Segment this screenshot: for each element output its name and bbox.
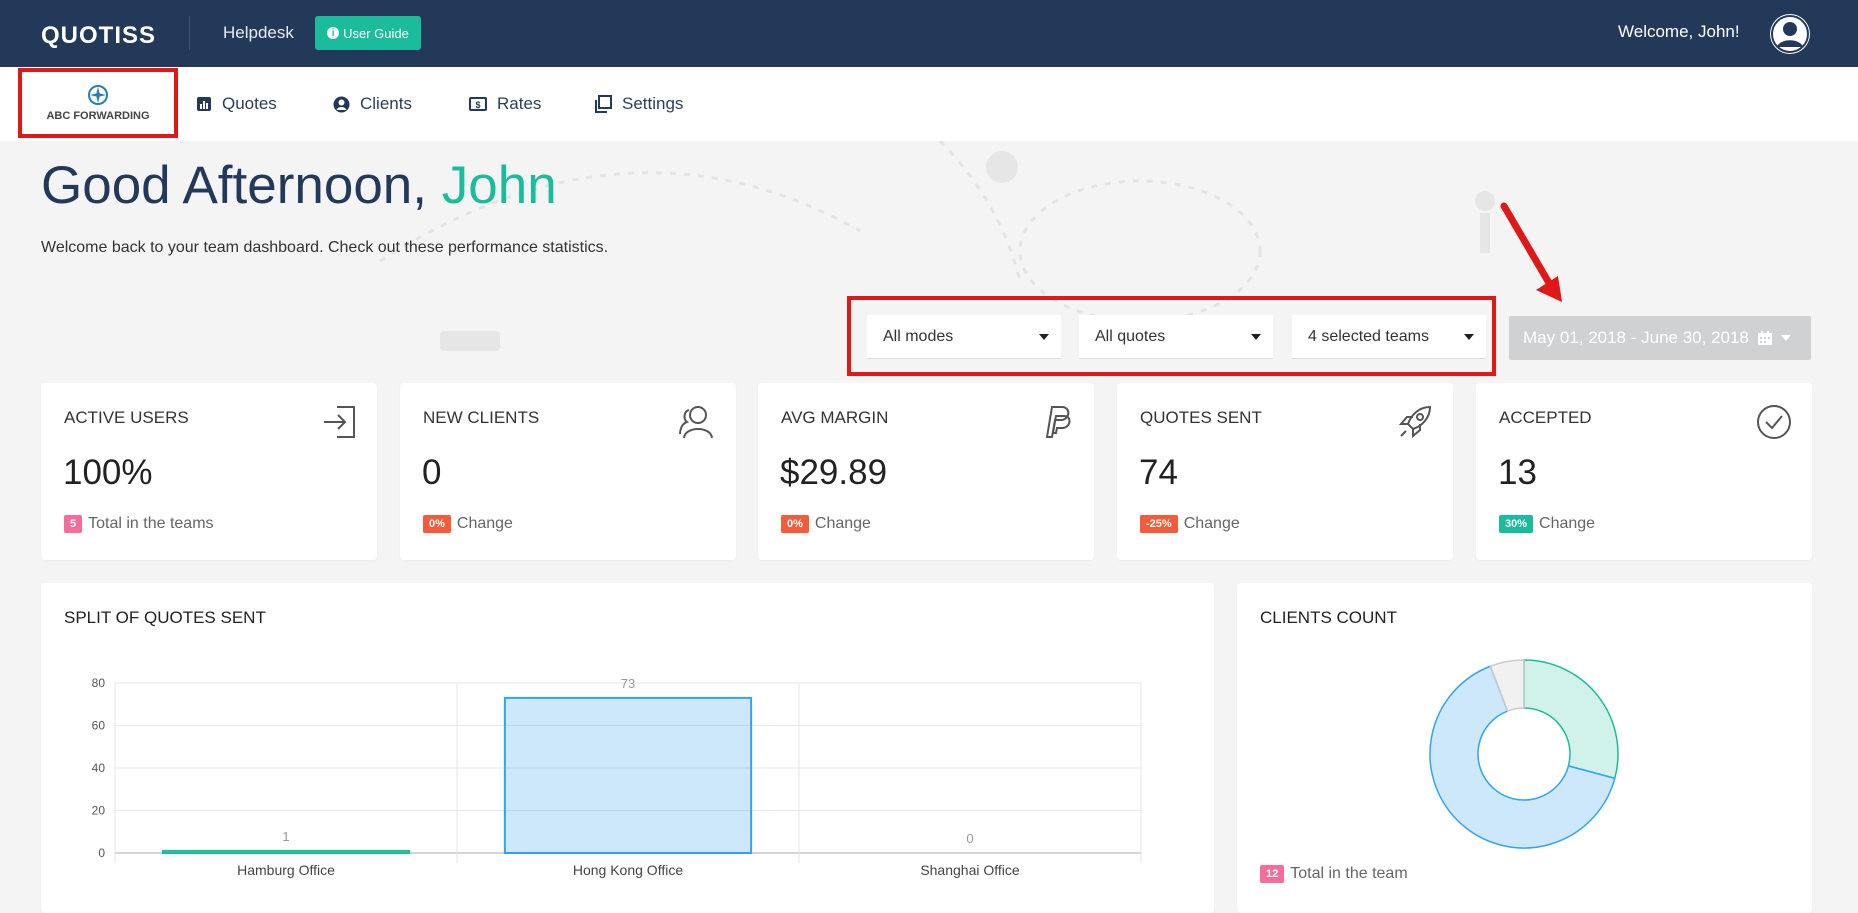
calendar-icon xyxy=(1757,331,1772,345)
mode-select[interactable]: All modes xyxy=(867,315,1061,359)
y-tick-label: 20 xyxy=(92,804,106,818)
y-tick-label: 40 xyxy=(92,761,106,775)
stat-foot-text: Total in the teams xyxy=(88,515,214,532)
caret-down-icon xyxy=(1039,334,1049,340)
stat-footer: 5 Total in the teams xyxy=(64,515,214,533)
sign-in-icon xyxy=(324,406,355,438)
user-guide-label: User Guide xyxy=(343,25,409,41)
stat-value: 0 xyxy=(422,453,442,492)
y-tick-label: 60 xyxy=(92,719,106,733)
stat-title: NEW CLIENTS xyxy=(423,408,540,427)
date-range-picker[interactable]: May 01, 2018 - June 30, 2018 xyxy=(1509,316,1811,360)
dashboard-subtitle: Welcome back to your team dashboard. Che… xyxy=(41,239,609,256)
stat-value: $29.89 xyxy=(780,453,888,492)
clients-donut-chart xyxy=(1429,659,1619,849)
stat-card-new-clients: NEW CLIENTS 0 0% Change xyxy=(400,383,736,560)
company-name: ABC FORWARDING xyxy=(46,110,150,122)
user-circle-icon xyxy=(333,96,350,112)
main-nav xyxy=(0,67,1858,141)
stat-title: AVG MARGIN xyxy=(781,408,889,427)
stat-foot-text: Change xyxy=(1539,515,1596,532)
svg-text:$: $ xyxy=(475,100,480,110)
info-icon: i xyxy=(327,27,340,39)
welcome-text: Welcome, John! xyxy=(1618,22,1740,41)
greeting-heading: Good Afternoon, John xyxy=(41,155,557,216)
stat-footer: 0% Change xyxy=(423,515,513,533)
helpdesk-link[interactable]: Helpdesk xyxy=(223,23,294,43)
stat-card-active-users: ACTIVE USERS 100% 5 Total in the teams xyxy=(41,383,377,560)
teams-select-value: 4 selected teams xyxy=(1308,327,1429,345)
stat-title: QUOTES SENT xyxy=(1140,408,1262,427)
users-icon xyxy=(679,406,713,439)
stat-badge: 0% xyxy=(781,515,809,533)
data-label: 0 xyxy=(966,831,973,846)
x-tick-label: Hong Kong Office xyxy=(573,862,683,878)
mode-select-value: All modes xyxy=(883,327,954,345)
donut-slice xyxy=(1523,659,1619,780)
stat-value: 13 xyxy=(1498,453,1537,492)
greeting-prefix: Good Afternoon, xyxy=(41,156,442,215)
stat-card-avg-margin: AVG MARGIN $29.89 0% Change xyxy=(758,383,1094,560)
stat-value: 100% xyxy=(63,453,153,492)
nav-item-rates[interactable]: $ Rates xyxy=(469,94,541,114)
clients-badge: 12 xyxy=(1260,865,1285,883)
nav-item-quotes[interactable]: Quotes xyxy=(196,94,277,114)
stat-foot-text: Change xyxy=(456,515,513,532)
caret-down-icon xyxy=(1251,334,1261,340)
copy-icon xyxy=(595,95,612,113)
check-circle-icon xyxy=(1757,405,1791,439)
greeting-name: John xyxy=(441,156,557,215)
paypal-icon xyxy=(1045,406,1071,438)
y-tick-label: 0 xyxy=(98,846,105,860)
nav-label-clients: Clients xyxy=(360,94,412,113)
bar xyxy=(503,696,753,854)
date-range-value: May 01, 2018 - June 30, 2018 xyxy=(1523,328,1749,347)
quotes-bar-chart: 0 20 40 60 80 1 Hamburg Office 73 Hong Kong Offi… xyxy=(92,676,1142,878)
stat-badge: 5 xyxy=(64,515,83,533)
stat-badge: 30% xyxy=(1499,515,1534,533)
user-guide-button[interactable]: i User Guide xyxy=(315,16,421,50)
nav-label-rates: Rates xyxy=(497,94,542,113)
stat-value: 74 xyxy=(1139,453,1178,492)
company-switcher[interactable]: ABC FORWARDING xyxy=(18,68,178,138)
dollar-icon: $ xyxy=(469,97,487,111)
bar-chart-icon xyxy=(197,97,211,111)
nav-item-settings[interactable]: Settings xyxy=(594,94,683,114)
stat-foot-text: Change xyxy=(1183,515,1240,532)
stat-title: ACTIVE USERS xyxy=(64,408,189,427)
caret-down-icon xyxy=(1780,335,1791,341)
stat-title: ACCEPTED xyxy=(1499,408,1592,427)
clients-footer: 12 Total in the team xyxy=(1260,865,1408,883)
split-quotes-panel: SPLIT OF QUOTES SENT 0 20 40 60 80 1 Hamburg O… xyxy=(41,583,1214,913)
clients-count-panel: CLIENTS COUNT 12 Total in the team xyxy=(1237,583,1812,913)
stat-card-accepted: ACCEPTED 13 30% Change xyxy=(1476,383,1812,560)
y-tick-label: 80 xyxy=(92,676,106,690)
quotes-select-value: All quotes xyxy=(1095,327,1166,345)
data-label: 1 xyxy=(282,829,289,844)
user-avatar-icon[interactable] xyxy=(1770,14,1810,54)
stat-badge: 0% xyxy=(423,515,451,533)
compass-logo-icon xyxy=(88,85,108,105)
rocket-icon xyxy=(1398,405,1432,439)
nav-label-settings: Settings xyxy=(622,94,684,113)
nav-item-clients[interactable]: Clients xyxy=(333,94,412,114)
stat-footer: -25% Change xyxy=(1140,515,1240,533)
stat-footer: 0% Change xyxy=(781,515,871,533)
header-divider xyxy=(189,16,190,50)
stat-card-quotes-sent: QUOTES SENT 74 -25% Change xyxy=(1117,383,1453,560)
data-label: 73 xyxy=(621,676,635,691)
stat-footer: 30% Change xyxy=(1499,515,1595,533)
x-tick-label: Hamburg Office xyxy=(237,862,335,878)
stat-badge: -25% xyxy=(1140,515,1178,533)
quotiss-logo[interactable]: QUOTISS xyxy=(41,22,156,50)
bar xyxy=(161,849,411,854)
stat-foot-text: Change xyxy=(814,515,871,532)
clients-foot-text: Total in the team xyxy=(1290,865,1408,882)
x-tick-label: Shanghai Office xyxy=(920,862,1020,878)
teams-select[interactable]: 4 selected teams xyxy=(1292,315,1486,359)
nav-label-quotes: Quotes xyxy=(222,94,277,113)
quotes-select[interactable]: All quotes xyxy=(1079,315,1273,359)
annotation-arrow-icon xyxy=(1500,202,1562,302)
caret-down-icon xyxy=(1464,334,1474,340)
